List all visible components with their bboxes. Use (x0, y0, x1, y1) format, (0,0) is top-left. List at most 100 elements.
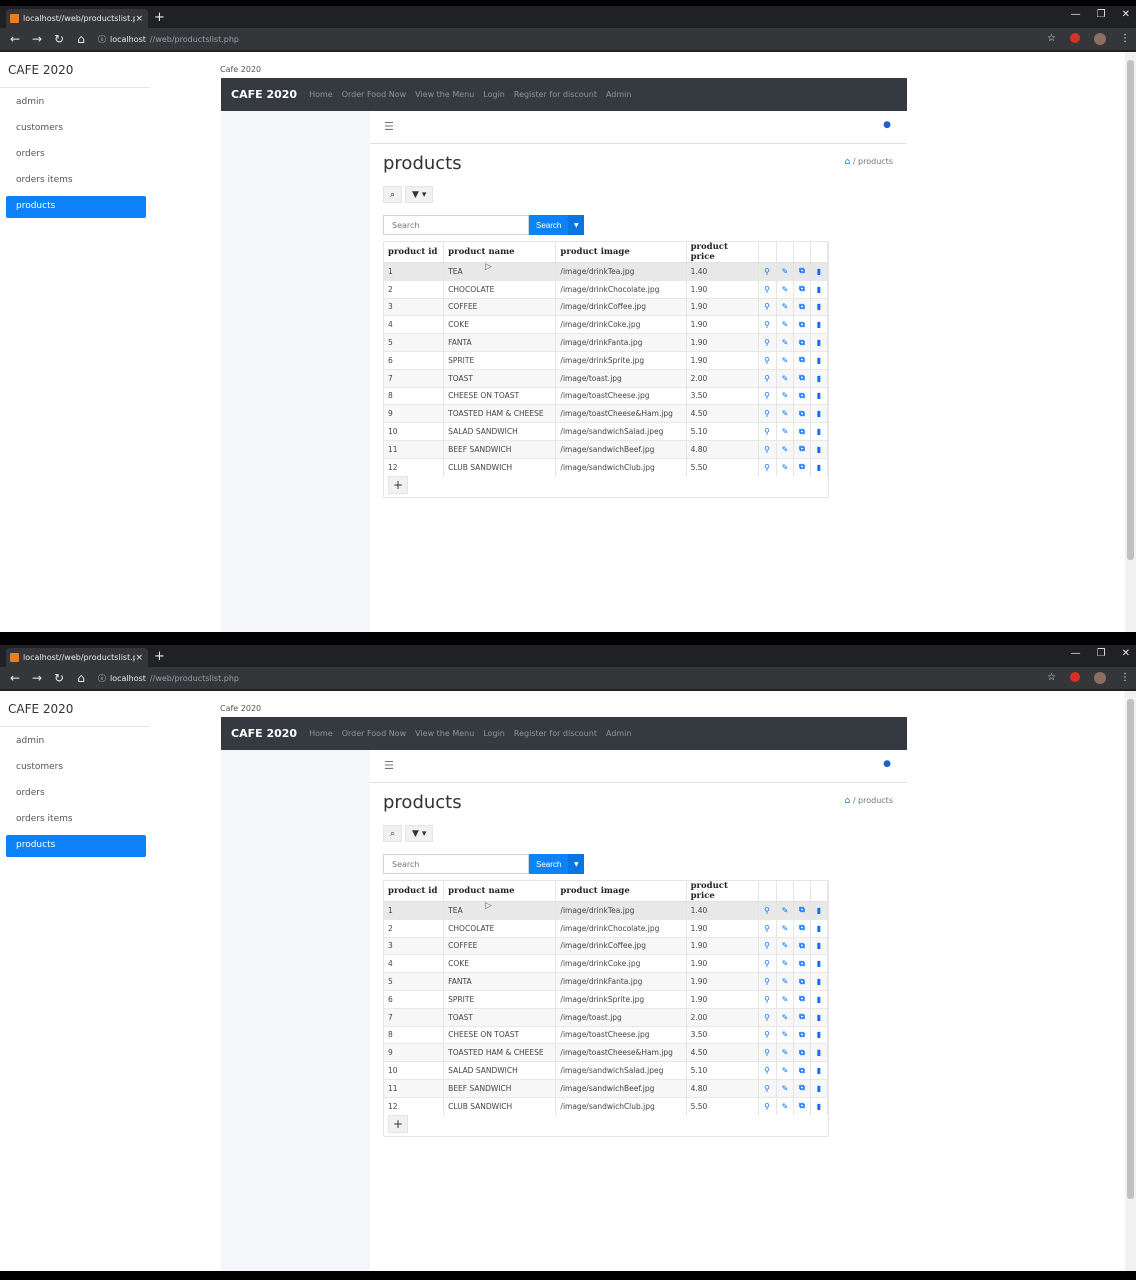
menu-icon[interactable]: ☰ (384, 120, 394, 133)
copy-icon[interactable]: ⧉ (796, 284, 808, 294)
sidebar-item-customers[interactable]: customers (6, 118, 146, 140)
delete-icon[interactable]: ▮ (813, 1030, 825, 1039)
edit-icon[interactable]: ✎ (779, 1084, 791, 1093)
sidebar-item-orders-items[interactable]: orders items (6, 809, 146, 831)
header-product-name[interactable]: product name (443, 881, 557, 902)
edit-icon[interactable]: ✎ (779, 1030, 791, 1039)
address-bar[interactable]: ⓘ localhost//web/productslist.php (98, 673, 239, 684)
search-options-dropdown[interactable]: ▼ (568, 215, 585, 235)
user-icon[interactable]: ● (883, 759, 891, 769)
edit-icon[interactable]: ✎ (779, 906, 791, 915)
table-row[interactable]: 1 TEA/image/drinkTea.jpg 1.40 ⚲ ✎ ⧉ ▮ (384, 262, 829, 281)
delete-icon[interactable]: ▮ (813, 409, 825, 418)
edit-icon[interactable]: ✎ (779, 320, 791, 329)
delete-icon[interactable]: ▮ (813, 924, 825, 933)
view-icon[interactable]: ⚲ (761, 1066, 773, 1075)
edit-icon[interactable]: ✎ (779, 427, 791, 436)
view-icon[interactable]: ⚲ (761, 338, 773, 347)
header-product-image[interactable]: product image (555, 881, 687, 902)
header-product-price[interactable]: product price (686, 881, 760, 902)
extension-icon[interactable] (1070, 672, 1080, 682)
delete-icon[interactable]: ▮ (813, 374, 825, 383)
table-row[interactable]: 12 CLUB SANDWICH/image/sandwichClub.jpg 5.… (384, 1096, 829, 1116)
view-icon[interactable]: ⚲ (761, 1084, 773, 1093)
edit-icon[interactable]: ✎ (779, 995, 791, 1004)
copy-icon[interactable]: ⧉ (796, 302, 808, 312)
minimize-icon[interactable]: — (1071, 9, 1081, 20)
delete-icon[interactable]: ▮ (813, 356, 825, 365)
tab-close-button[interactable]: × (135, 14, 143, 24)
maximize-icon[interactable]: ❐ (1097, 9, 1106, 20)
close-window-icon[interactable]: ✕ (1122, 9, 1130, 20)
table-row[interactable]: 1 TEA/image/drinkTea.jpg 1.40 ⚲ ✎ ⧉ ▮ (384, 901, 829, 920)
reload-icon[interactable]: ↻ (52, 32, 66, 46)
copy-icon[interactable]: ⧉ (796, 444, 808, 454)
view-icon[interactable]: ⚲ (761, 391, 773, 400)
table-row[interactable]: 3 COFFEE/image/drinkCoffee.jpg 1.90 ⚲ ✎ ⧉ ▮ (384, 297, 829, 316)
nav-link-admin[interactable]: Admin (606, 729, 632, 738)
browser-tab[interactable]: localhost//web/productslist.php × (6, 9, 148, 28)
delete-icon[interactable]: ▮ (813, 267, 825, 276)
address-bar[interactable]: ⓘ localhost//web/productslist.php (98, 34, 239, 45)
nav-link-view-menu[interactable]: View the Menu (415, 729, 474, 738)
nav-link-admin[interactable]: Admin (606, 90, 632, 99)
view-icon[interactable]: ⚲ (761, 320, 773, 329)
copy-icon[interactable]: ⧉ (796, 373, 808, 383)
home-nav-icon[interactable]: ⌂ (74, 32, 88, 46)
close-window-icon[interactable]: ✕ (1122, 648, 1130, 659)
delete-icon[interactable]: ▮ (813, 302, 825, 311)
new-tab-button[interactable]: + (154, 649, 165, 664)
header-product-image[interactable]: product image (555, 242, 687, 263)
view-icon[interactable]: ⚲ (761, 302, 773, 311)
view-icon[interactable]: ⚲ (761, 941, 773, 950)
sidebar-item-orders-items[interactable]: orders items (6, 170, 146, 192)
edit-icon[interactable]: ✎ (779, 924, 791, 933)
sidebar-item-customers[interactable]: customers (6, 757, 146, 779)
copy-icon[interactable]: ⧉ (796, 994, 808, 1004)
copy-icon[interactable]: ⧉ (796, 1066, 808, 1076)
copy-icon[interactable]: ⧉ (796, 427, 808, 437)
delete-icon[interactable]: ▮ (813, 959, 825, 968)
view-icon[interactable]: ⚲ (761, 1102, 773, 1111)
table-row[interactable]: 9 TOASTED HAM & CHEESE/image/toastCheese&… (384, 1043, 829, 1062)
table-row[interactable]: 5 FANTA/image/drinkFanta.jpg 1.90 ⚲ ✎ ⧉ ▮ (384, 972, 829, 991)
scrollbar-thumb[interactable] (1127, 60, 1134, 560)
navbar-brand[interactable]: CAFE 2020 (231, 727, 297, 740)
copy-icon[interactable]: ⧉ (796, 1083, 808, 1093)
delete-icon[interactable]: ▮ (813, 463, 825, 472)
profile-avatar-icon[interactable] (1094, 33, 1106, 45)
header-product-price[interactable]: product price (686, 242, 760, 263)
view-icon[interactable]: ⚲ (761, 1030, 773, 1039)
table-row[interactable]: 8 CHEESE ON TOAST/image/toastCheese.jpg 3.… (384, 1025, 829, 1044)
view-icon[interactable]: ⚲ (761, 977, 773, 986)
copy-icon[interactable]: ⧉ (796, 355, 808, 365)
maximize-icon[interactable]: ❐ (1097, 648, 1106, 659)
table-row[interactable]: 6 SPRITE/image/drinkSprite.jpg 1.90 ⚲ ✎ ⧉ ▮ (384, 350, 829, 370)
extension-icon[interactable] (1070, 33, 1080, 43)
sidebar-item-products[interactable]: products (6, 196, 146, 218)
table-row[interactable]: 9 TOASTED HAM & CHEESE/image/toastCheese&… (384, 404, 829, 423)
view-icon[interactable]: ⚲ (761, 1013, 773, 1022)
menu-icon[interactable]: ☰ (384, 759, 394, 772)
back-icon[interactable]: ← (8, 671, 22, 685)
view-icon[interactable]: ⚲ (761, 267, 773, 276)
table-row[interactable]: 12 CLUB SANDWICH/image/sandwichClub.jpg 5.… (384, 457, 829, 477)
view-icon[interactable]: ⚲ (761, 959, 773, 968)
edit-icon[interactable]: ✎ (779, 409, 791, 418)
table-row[interactable]: 3 COFFEE/image/drinkCoffee.jpg 1.90 ⚲ ✎ ⧉ ▮ (384, 936, 829, 955)
search-button[interactable]: Search (529, 215, 569, 235)
browser-menu-icon[interactable]: ⋮ (1120, 33, 1130, 45)
copy-icon[interactable]: ⧉ (796, 462, 808, 472)
edit-icon[interactable]: ✎ (779, 356, 791, 365)
table-row[interactable]: 10 SALAD SANDWICH/image/sandwichSalad.jpe… (384, 1061, 829, 1080)
copy-icon[interactable]: ⧉ (796, 409, 808, 419)
delete-icon[interactable]: ▮ (813, 427, 825, 436)
copy-icon[interactable]: ⧉ (796, 941, 808, 951)
delete-icon[interactable]: ▮ (813, 391, 825, 400)
home-nav-icon[interactable]: ⌂ (74, 671, 88, 685)
home-icon[interactable]: ⌂ (845, 157, 851, 167)
edit-icon[interactable]: ✎ (779, 285, 791, 294)
search-options-dropdown[interactable]: ▼ (568, 854, 585, 874)
home-icon[interactable]: ⌂ (845, 796, 851, 806)
edit-icon[interactable]: ✎ (779, 391, 791, 400)
